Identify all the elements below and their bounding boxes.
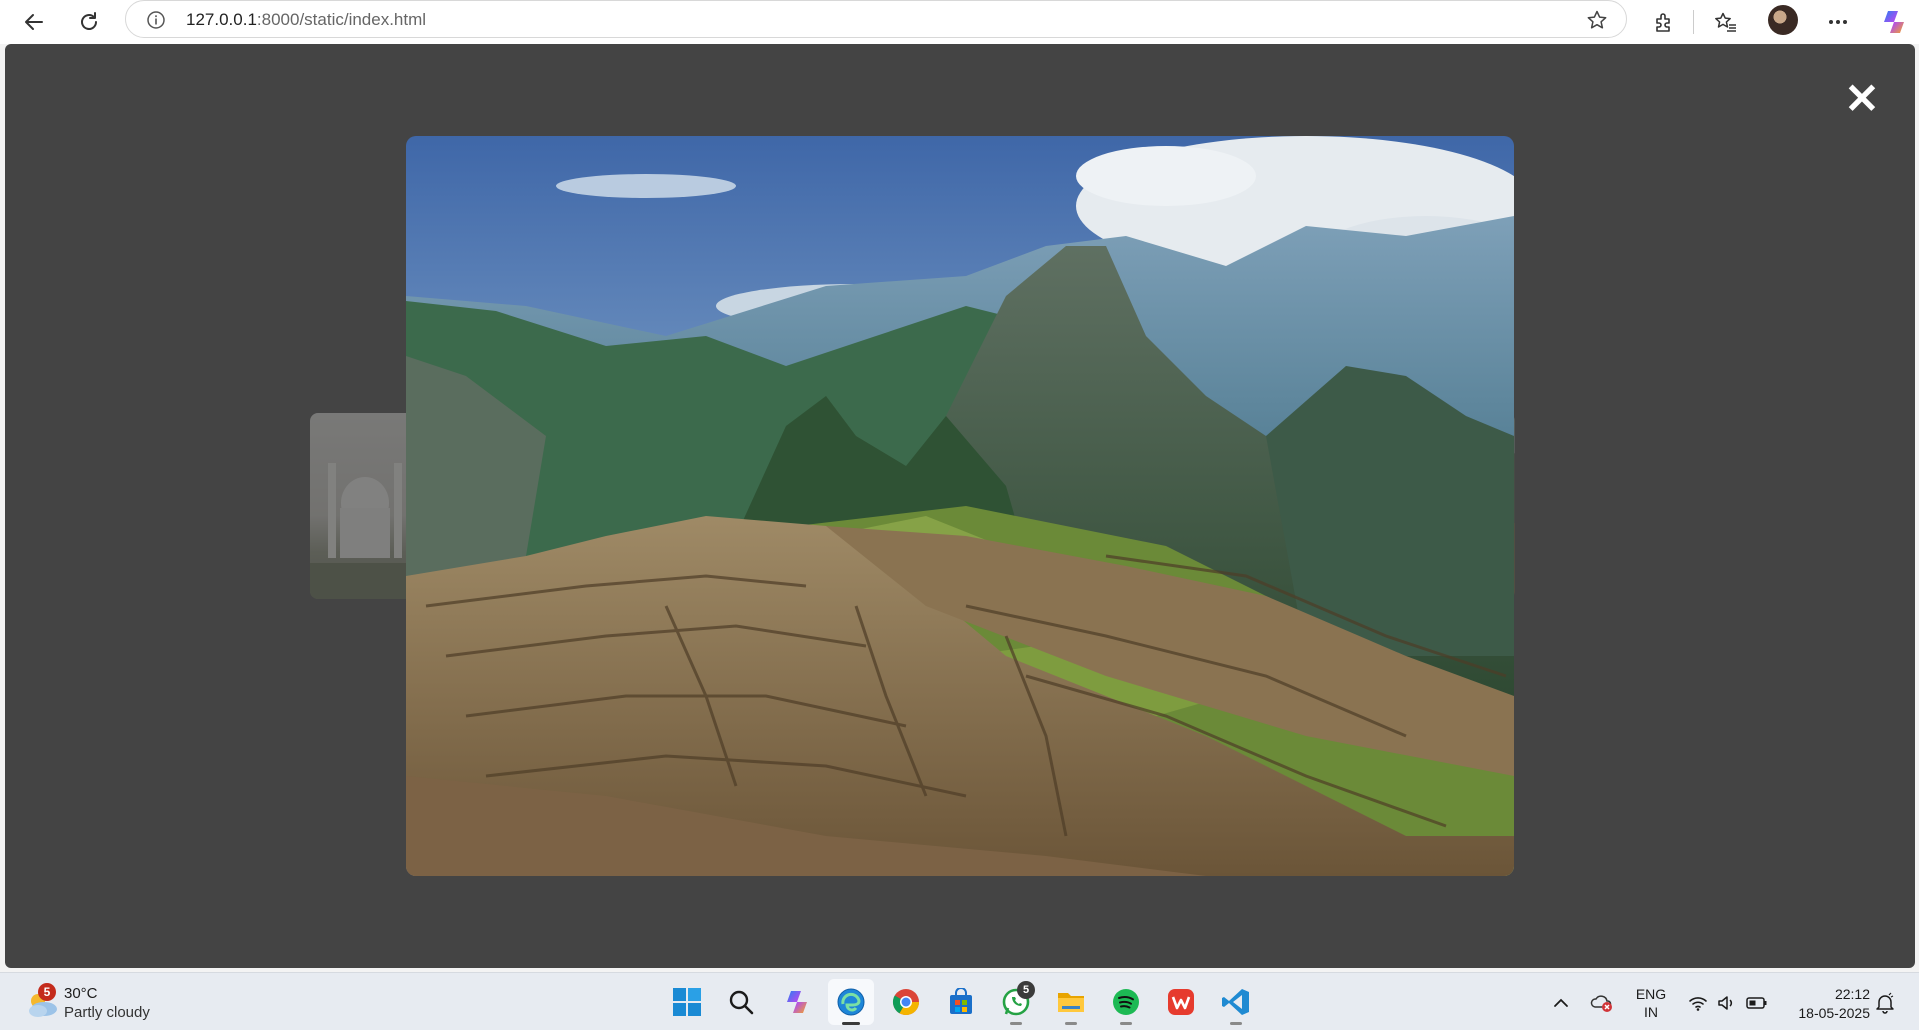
running-indicator [1065,1022,1077,1025]
url-text[interactable]: 127.0.0.1:8000/static/index.html [186,10,426,30]
wps-office-icon[interactable] [1158,979,1204,1025]
wifi-icon[interactable] [1688,983,1708,1023]
copilot-icon[interactable] [1876,4,1912,40]
more-menu-icon[interactable] [1820,4,1856,40]
file-explorer-icon[interactable] [1048,979,1094,1025]
clock-date: 18-05-2025 [1798,1005,1870,1021]
whatsapp-icon[interactable]: 5 [993,979,1039,1025]
vs-code-icon[interactable] [1213,979,1259,1025]
running-indicator [1010,1022,1022,1025]
weather-condition: Partly cloudy [64,1004,150,1021]
language-line2: IN [1644,1004,1658,1020]
windows-taskbar: 5 30°C Partly cloudy 5 ENG IN 22:12 18-0… [0,972,1919,1030]
running-indicator [1230,1022,1242,1025]
running-indicator [1120,1022,1132,1025]
whatsapp-unread-badge: 5 [1017,981,1035,999]
show-hidden-icons-chevron-icon[interactable] [1552,983,1570,1023]
volume-icon[interactable] [1716,983,1736,1023]
previous-thumbnail[interactable] [310,413,420,599]
copilot-app-icon[interactable] [773,979,819,1025]
active-indicator [842,1022,860,1025]
system-clock[interactable]: 22:12 18-05-2025 [1778,985,1870,1023]
microsoft-store-icon[interactable] [938,979,984,1025]
url-path: :8000/static/index.html [256,10,427,29]
extensions-icon[interactable] [1646,4,1682,40]
lightbox-overlay: ✕ [5,44,1915,968]
weather-alert-badge: 5 [38,983,56,1001]
url-host: 127.0.0.1 [186,10,257,29]
search-icon[interactable] [718,979,764,1025]
toolbar-divider [1693,10,1694,34]
back-arrow-icon[interactable] [16,4,52,40]
refresh-icon[interactable] [71,4,107,40]
language-line1: ENG [1635,986,1667,1002]
weather-temperature: 30°C [64,985,98,1002]
browser-toolbar: 127.0.0.1:8000/static/index.html [0,0,1919,44]
weather-widget[interactable]: 5 30°C Partly cloudy [22,983,192,1023]
notification-bell-icon[interactable] [1874,983,1896,1023]
language-indicator[interactable]: ENG IN [1630,985,1672,1021]
favorites-icon[interactable] [1708,4,1744,40]
profile-avatar[interactable] [1768,5,1798,35]
site-info-icon[interactable] [146,10,166,35]
favorite-star-icon[interactable] [1586,9,1608,36]
close-lightbox-button[interactable]: ✕ [1843,78,1881,120]
windows-start-icon[interactable] [664,979,710,1025]
onedrive-error-icon[interactable] [1590,983,1614,1023]
edge-icon[interactable] [828,979,874,1025]
clock-time: 22:12 [1834,986,1870,1002]
address-bar[interactable]: 127.0.0.1:8000/static/index.html [125,0,1627,38]
spotify-icon[interactable] [1103,979,1149,1025]
lightbox-image [406,136,1514,876]
battery-icon[interactable] [1746,983,1768,1023]
chrome-icon[interactable] [883,979,929,1025]
